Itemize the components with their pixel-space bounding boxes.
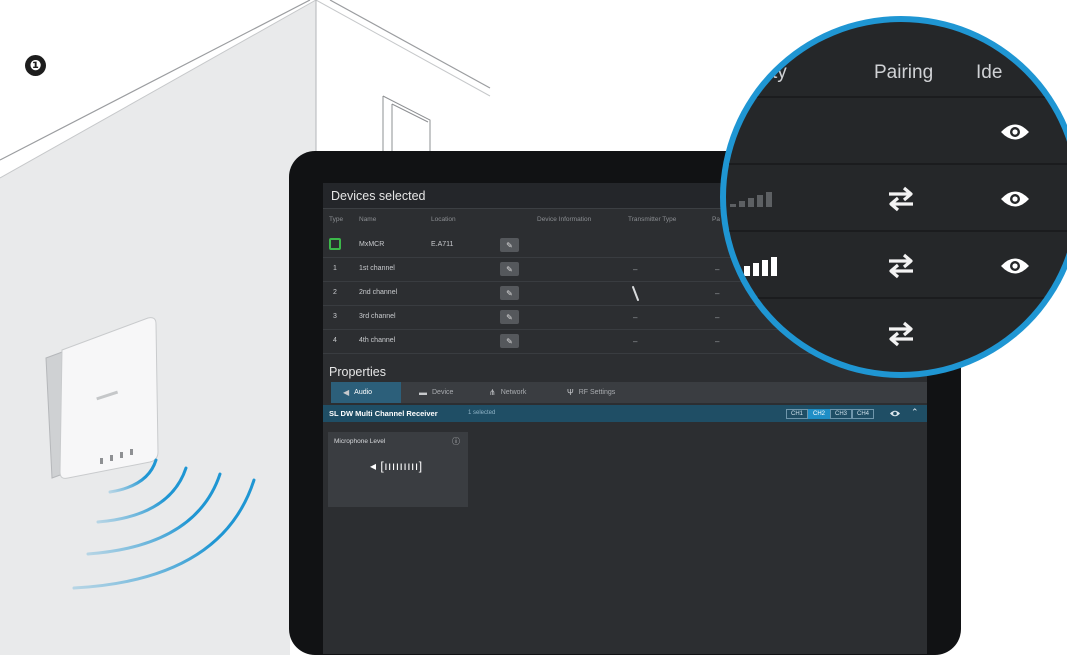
mag-row-divider	[726, 163, 1067, 165]
transmitter-value: –	[633, 313, 638, 322]
identify-eye-icon[interactable]	[1000, 190, 1030, 208]
col-header-transmitter: Transmitter Type	[628, 216, 677, 223]
pencil-icon: ✎	[506, 264, 513, 274]
channel-name: 4th channel	[359, 337, 396, 344]
pencil-icon: ✎	[506, 288, 513, 298]
speaker-icon: ◀	[343, 388, 350, 397]
signal-quality-weak-icon	[730, 192, 772, 207]
handheld-mic-icon	[632, 286, 639, 301]
identify-eye-icon[interactable]	[1000, 123, 1030, 141]
mag-row-divider	[726, 297, 1067, 299]
device-location: E.A711	[431, 241, 454, 248]
pairing-arrows-icon[interactable]	[886, 184, 916, 214]
channel-button-ch1[interactable]: CH1	[786, 409, 809, 419]
ceiling-line-3	[329, 0, 491, 89]
mag-header-identify: Ide	[976, 62, 1003, 83]
pencil-icon: ✎	[506, 336, 513, 346]
identify-eye-icon[interactable]	[889, 409, 901, 418]
edit-button[interactable]: ✎	[500, 286, 519, 300]
pairing-value: –	[715, 289, 720, 298]
channel-index: 2	[333, 289, 337, 296]
microphone-level-label: Microphone Level	[334, 438, 386, 445]
properties-title: Properties	[329, 365, 386, 379]
receiver-header-bar: SL DW Multi Channel Receiver 1 selected …	[323, 405, 927, 422]
mag-row-divider	[726, 230, 1067, 232]
mag-header-pairing: Pairing	[874, 62, 934, 83]
channel-label: CH1	[791, 411, 804, 417]
tab-network[interactable]: ⋔ Network	[489, 382, 526, 403]
col-header-name: Name	[359, 216, 377, 223]
network-icon: ⋔	[489, 388, 496, 397]
tab-label: Audio	[354, 389, 373, 396]
channel-button-ch3[interactable]: CH3	[830, 409, 853, 419]
collapse-chevron-icon[interactable]: ⌃	[911, 407, 919, 418]
mag-row-divider	[726, 96, 1067, 98]
magnifier-callout: ality Pairing Ide	[726, 22, 1067, 372]
mag-header-quality: ality	[753, 62, 787, 83]
receiver-selected-count: 1 selected	[468, 410, 496, 416]
channel-button-ch4[interactable]: CH4	[852, 409, 875, 419]
col-header-pairing: Pa	[712, 216, 720, 223]
microphone-level-meter: ◂ [ııııııııı]	[370, 459, 423, 473]
channel-index: 1	[333, 265, 337, 272]
pairing-arrows-icon[interactable]	[886, 319, 916, 349]
transmitter-value: –	[633, 337, 638, 346]
pairing-value: –	[715, 265, 720, 274]
pencil-icon: ✎	[506, 240, 513, 250]
channel-label: CH3	[835, 411, 848, 417]
channel-index: 4	[333, 337, 337, 344]
edit-button[interactable]: ✎	[500, 238, 519, 252]
device-icon: ▬	[419, 388, 427, 397]
antenna-icon: Ψ	[567, 388, 574, 397]
step-number-badge: ❶	[25, 55, 46, 76]
signal-quality-strong-icon	[744, 257, 777, 276]
device-status-icon	[329, 238, 341, 250]
info-icon[interactable]: ⓘ	[452, 436, 460, 447]
channel-label: CH4	[857, 411, 870, 417]
door-frame	[382, 95, 431, 158]
edit-button[interactable]: ✎	[500, 262, 519, 276]
identify-eye-icon[interactable]	[1000, 257, 1030, 275]
wall-left-face	[0, 0, 316, 655]
receiver-title: SL DW Multi Channel Receiver	[329, 409, 438, 418]
channel-name: 2nd channel	[359, 289, 398, 296]
channel-label: CH2	[813, 411, 826, 417]
edit-button[interactable]: ✎	[500, 310, 519, 324]
tab-label: Device	[432, 389, 454, 396]
col-header-type: Type	[329, 216, 344, 223]
scene: ❶ Devices selected Type Name Location De…	[0, 0, 1067, 655]
pairing-value: –	[715, 313, 720, 322]
edit-button[interactable]: ✎	[500, 334, 519, 348]
tab-audio[interactable]: ◀ Audio	[331, 382, 401, 403]
pairing-value: –	[715, 337, 720, 346]
microphone-level-card: Microphone Level ⓘ ◂ [ııııııııı]	[328, 432, 468, 507]
transmitter-value: –	[633, 265, 638, 274]
ceiling-line-4	[315, 0, 491, 97]
tab-rf-settings[interactable]: Ψ RF Settings	[567, 382, 615, 403]
channel-button-ch2[interactable]: CH2	[808, 409, 831, 419]
properties-tab-bar: ◀ Audio ▬ Device ⋔ Network Ψ RF Settings	[331, 382, 927, 403]
tab-label: Network	[500, 389, 527, 396]
device-name: MxMCR	[359, 241, 385, 248]
tab-device[interactable]: ▬ Device	[419, 382, 453, 403]
channel-name: 1st channel	[359, 265, 395, 272]
pairing-arrows-icon[interactable]	[886, 251, 916, 281]
channel-index: 3	[333, 313, 337, 320]
col-header-location: Location	[431, 216, 456, 223]
tab-label: RF Settings	[578, 389, 616, 396]
col-header-device-info: Device Information	[537, 216, 592, 223]
pencil-icon: ✎	[506, 312, 513, 322]
channel-name: 3rd channel	[359, 313, 396, 320]
